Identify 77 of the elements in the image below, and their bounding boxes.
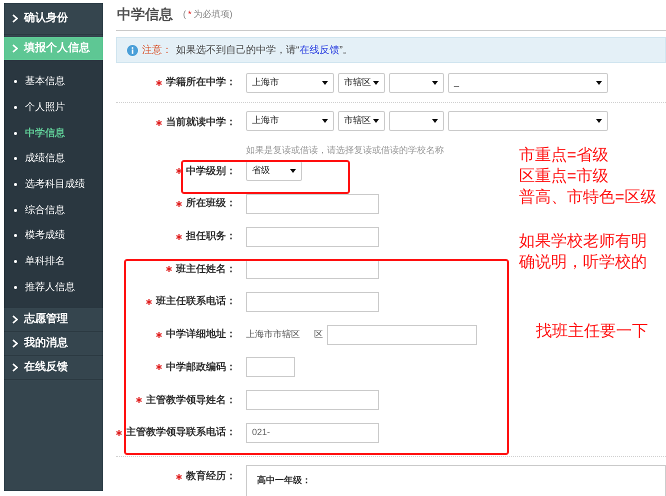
input-field[interactable]: [246, 292, 379, 312]
dropdown-caret-icon: [373, 80, 379, 85]
bullet-icon: [14, 132, 17, 135]
sidebar-item[interactable]: 综合信息: [4, 197, 103, 224]
bullet-icon: [14, 286, 17, 289]
field-label: 班主任姓名：: [176, 262, 236, 277]
dropdown[interactable]: [389, 111, 444, 132]
input-field[interactable]: [246, 226, 379, 247]
dropdown-caret-icon: [432, 80, 438, 85]
hint-text: 如果是复读或借读，请选择复读或借读的学校名称: [246, 144, 444, 155]
field-label: 中学详细地址：: [166, 327, 236, 342]
field-label: 担任职务：: [186, 230, 236, 244]
page-title: 中学信息: [117, 5, 173, 24]
field-label: 主管教学领导姓名：: [146, 393, 236, 408]
dropdown-caret-icon: [596, 80, 602, 85]
dropdown[interactable]: 市辖区: [338, 111, 385, 132]
annotation-text: 确说明，听学校的: [519, 253, 647, 273]
chevron-icon: [12, 315, 18, 324]
annotation-text: 市重点=省级: [519, 146, 610, 166]
notice-text: 如果选不到自己的中学，请“在线反馈”。: [176, 44, 353, 58]
bullet-icon: [14, 234, 17, 238]
input-field[interactable]: [246, 259, 379, 280]
input-field[interactable]: 021-: [246, 422, 379, 443]
chevron-icon: [12, 44, 18, 53]
bullet-icon: [14, 208, 17, 212]
field-label: 主管教学领导联系电话：: [126, 425, 236, 440]
dropdown[interactable]: _: [448, 72, 608, 93]
dropdown-caret-icon: [373, 119, 379, 124]
dropdown[interactable]: 市辖区: [338, 72, 385, 93]
bullet-icon: [14, 183, 17, 186]
dropdown[interactable]: 上海市: [246, 72, 334, 93]
chevron-icon: [12, 14, 18, 23]
sidebar-item[interactable]: 成绩信息: [4, 146, 103, 172]
chevron-icon: [12, 363, 18, 372]
field-label: 所在班级：: [186, 196, 236, 212]
sidebar-item[interactable]: 模考成绩: [4, 223, 103, 249]
dropdown[interactable]: 上海市: [246, 111, 334, 132]
bullet-icon: [14, 260, 17, 264]
field-label: 当前就读中学：: [166, 116, 236, 130]
annotation-text: 找班主任要一下: [536, 322, 648, 342]
sidebar-item[interactable]: 个人照片: [4, 94, 103, 120]
bullet-icon: [14, 80, 17, 84]
field-label: 中学级别：: [186, 164, 236, 179]
address-prefix: 上海市市辖区: [246, 328, 301, 341]
chevron-icon: [12, 339, 18, 348]
dropdown-caret-icon: [322, 119, 328, 124]
dropdown[interactable]: [389, 72, 444, 93]
bullet-icon: [14, 106, 17, 110]
sidebar-item[interactable]: 推荐人信息: [4, 274, 103, 300]
dropdown-caret-icon: [596, 119, 602, 124]
sidebar-item[interactable]: 单科排名: [4, 248, 103, 274]
field-label: 班主任联系电话：: [156, 294, 236, 310]
field-label: 教育经历：: [186, 469, 236, 484]
feedback-link[interactable]: 在线反馈: [299, 44, 340, 56]
dropdown[interactable]: 省级: [246, 161, 302, 182]
sidebar-item[interactable]: 中学信息: [4, 120, 103, 146]
notice-label: 注意：: [142, 44, 172, 58]
field-label: 学籍所在中学：: [166, 76, 236, 90]
input-field[interactable]: [246, 390, 379, 410]
annotation-text: 如果学校老师有明: [519, 232, 647, 252]
sidebar-item[interactable]: 选考科目成绩: [4, 172, 103, 198]
input-field[interactable]: [327, 324, 477, 345]
text-area[interactable]: 高中一年级：: [246, 465, 666, 496]
dropdown-caret-icon: [290, 169, 296, 174]
sidebar-item[interactable]: 基本信息: [4, 69, 103, 95]
input-field[interactable]: [246, 357, 295, 378]
annotation-text: 区重点=市级: [519, 166, 610, 187]
dropdown-caret-icon: [322, 80, 328, 85]
input-field[interactable]: [246, 194, 379, 214]
dropdown-caret-icon: [432, 119, 438, 124]
annotation-text: 普高、市特色=区级: [519, 187, 656, 208]
bullet-icon: [14, 157, 17, 160]
field-label: 中学邮政编码：: [166, 360, 236, 375]
dropdown[interactable]: [448, 111, 608, 132]
required-note: ( * 为必填项): [183, 8, 233, 22]
address-suffix: 区: [314, 328, 323, 341]
info-icon: [127, 44, 138, 56]
